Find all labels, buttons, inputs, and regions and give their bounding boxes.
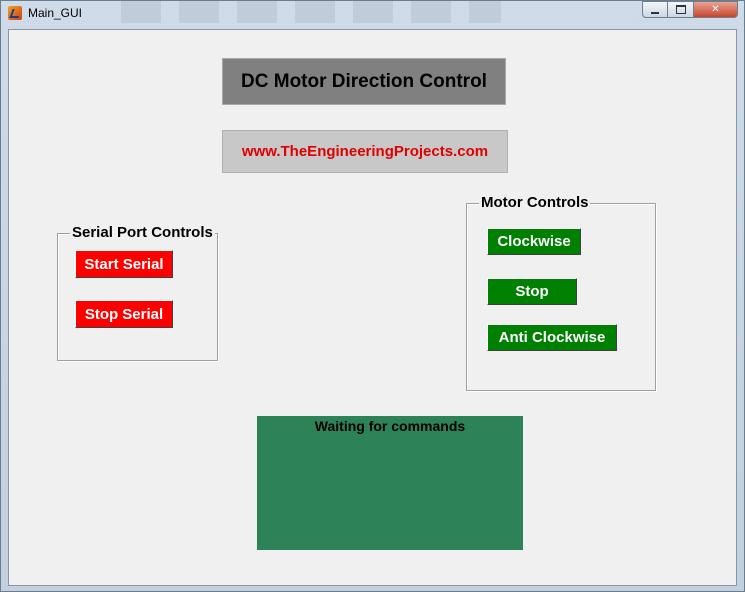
start-serial-button[interactable]: Start Serial [75, 250, 173, 278]
main-window: Main_GUI ✕ DC Motor Direction Control ww… [0, 0, 745, 592]
motor-controls-panel: Motor Controls Clockwise Stop Anti Clock… [466, 194, 656, 391]
close-icon: ✕ [711, 4, 720, 15]
window-controls: ✕ [642, 1, 738, 19]
page-title: DC Motor Direction Control [222, 58, 506, 105]
matlab-icon [8, 6, 22, 20]
serial-port-panel: Serial Port Controls Start Serial Stop S… [57, 224, 218, 361]
status-panel: Waiting for commands [257, 416, 523, 550]
serial-panel-title: Serial Port Controls [70, 224, 215, 241]
maximize-icon [675, 5, 686, 14]
status-text: Waiting for commands [314, 418, 466, 434]
minimize-icon [651, 11, 659, 14]
motor-panel-title: Motor Controls [479, 194, 591, 211]
window-title: Main_GUI [28, 6, 83, 20]
maximize-button[interactable] [668, 1, 694, 18]
anti-clockwise-button[interactable]: Anti Clockwise [487, 324, 617, 351]
figure-canvas: DC Motor Direction Control www.TheEngine… [8, 29, 737, 586]
minimize-button[interactable] [642, 1, 668, 18]
stop-motor-button[interactable]: Stop [487, 278, 577, 305]
background-toolbar [121, 1, 501, 23]
website-label: www.TheEngineeringProjects.com [222, 130, 508, 173]
title-bar[interactable]: Main_GUI ✕ [1, 1, 744, 27]
stop-serial-button[interactable]: Stop Serial [75, 300, 173, 328]
close-button[interactable]: ✕ [694, 1, 738, 18]
clockwise-button[interactable]: Clockwise [487, 228, 581, 255]
